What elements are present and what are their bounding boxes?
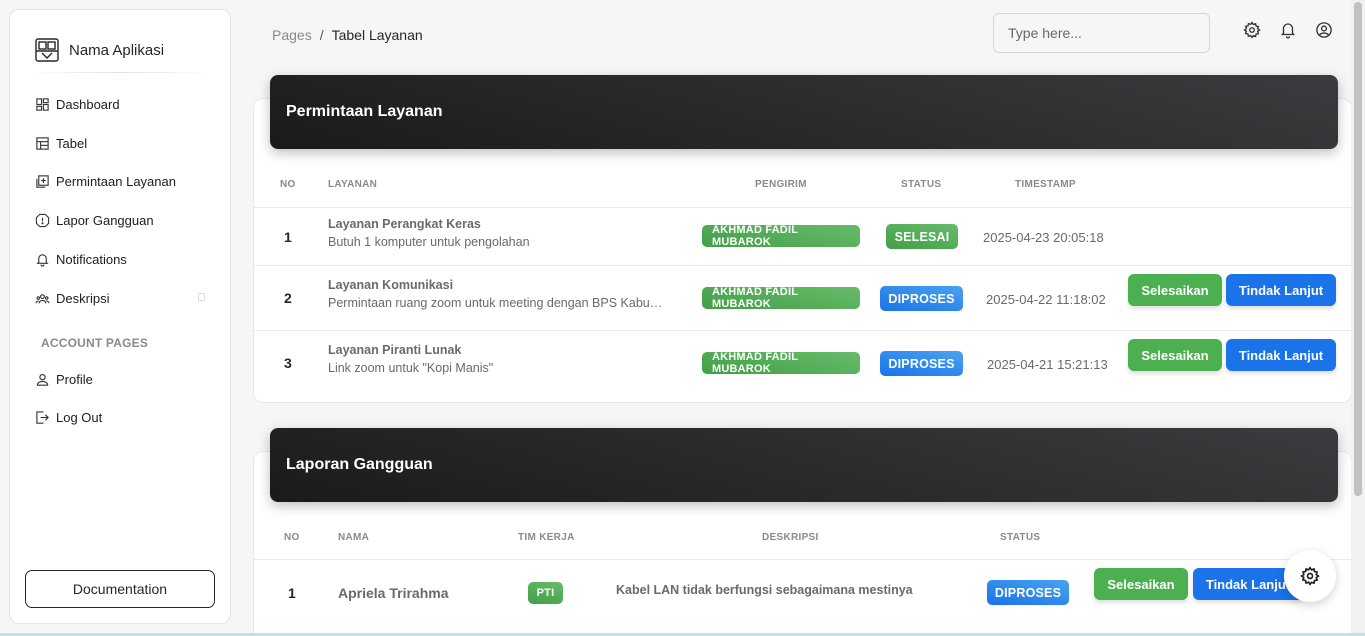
- reporter-name: Apriela Trirahma: [338, 585, 449, 601]
- status-badge: SELESAI: [886, 224, 958, 249]
- sidebar-item-profile[interactable]: Profile: [10, 360, 230, 399]
- logo-icon: [35, 38, 59, 62]
- breadcrumb-current: Tabel Layanan: [331, 27, 423, 43]
- row-number: 3: [284, 355, 292, 371]
- bell-icon[interactable]: [1278, 20, 1298, 40]
- sidebar-item-permintaan-layanan[interactable]: Permintaan Layanan: [10, 163, 230, 202]
- table-row: 1 Apriela Trirahma PTI Kabel LAN tidak b…: [254, 559, 1353, 625]
- column-header-no: NO: [280, 179, 296, 190]
- dashboard-icon: [35, 97, 50, 112]
- sidebar-item-label: Dashboard: [56, 96, 120, 112]
- sidebar-item-label: Permintaan Layanan: [56, 174, 176, 190]
- sidebar-item-label: Lapor Gangguan: [56, 213, 154, 229]
- breadcrumb: Pages / Tabel Layanan: [272, 27, 423, 43]
- complete-button[interactable]: Selesaikan: [1094, 568, 1188, 600]
- requests-card: Permintaan Layanan NO LAYANAN PENGIRIM S…: [253, 75, 1353, 403]
- column-header-tim-kerja: TIM KERJA: [518, 532, 575, 543]
- sidebar: Nama Aplikasi Dashboard Tabel Permintaan…: [9, 9, 231, 624]
- table-row: 1 Layanan Perangkat Keras Butuh 1 komput…: [254, 207, 1353, 265]
- add-box-icon: [35, 174, 50, 189]
- sidebar-item-deskripsi[interactable]: Deskripsi: [10, 279, 230, 318]
- sidebar-item-logout[interactable]: Log Out: [10, 399, 230, 438]
- follow-up-button[interactable]: Tindak Lanjut: [1226, 274, 1336, 306]
- column-header-no: NO: [284, 532, 300, 543]
- breadcrumb-separator: /: [319, 27, 324, 43]
- scrollbar-thumb[interactable]: [1354, 2, 1362, 496]
- table-row: 2 Layanan Komunikasi Permintaan ruang zo…: [254, 265, 1353, 330]
- requests-card-header: Permintaan Layanan: [270, 75, 1338, 149]
- sidebar-item-lapor-gangguan[interactable]: Lapor Gangguan: [10, 201, 230, 240]
- sidebar-item-tabel[interactable]: Tabel: [10, 124, 230, 163]
- complete-button[interactable]: Selesaikan: [1128, 339, 1222, 371]
- reports-card-title: Laporan Gangguan: [286, 456, 433, 473]
- service-title: Layanan Komunikasi: [328, 278, 454, 292]
- status-badge: DIPROSES: [880, 286, 963, 311]
- follow-up-button[interactable]: Tindak Lanjut: [1226, 339, 1336, 371]
- service-description: Butuh 1 komputer untuk pengolahan: [328, 235, 530, 249]
- sidebar-item-dashboard[interactable]: Dashboard: [10, 85, 230, 124]
- status-badge: DIPROSES: [880, 351, 963, 376]
- reports-card-header: Laporan Gangguan: [270, 428, 1338, 502]
- sidebar-nav: Dashboard Tabel Permintaan Layanan Lapor…: [10, 85, 230, 318]
- status-badge: DIPROSES: [987, 580, 1069, 605]
- service-description: Link zoom untuk "Kopi Manis": [328, 361, 494, 375]
- team-badge: PTI: [528, 582, 563, 604]
- reports-card: Laporan Gangguan NO NAMA TIM KERJA DESKR…: [253, 428, 1353, 636]
- group-icon: [35, 291, 50, 306]
- row-number: 1: [284, 229, 292, 245]
- column-header-pengirim: PENGIRIM: [755, 179, 807, 190]
- gear-icon[interactable]: [1242, 20, 1262, 40]
- person-icon: [35, 372, 50, 387]
- bell-icon: [35, 252, 50, 267]
- table-icon: [35, 136, 50, 151]
- column-header-status: STATUS: [1000, 532, 1041, 543]
- service-title: Layanan Piranti Lunak: [328, 343, 462, 357]
- brand[interactable]: Nama Aplikasi: [10, 10, 230, 72]
- brand-name: Nama Aplikasi: [69, 41, 165, 59]
- sidebar-item-label: Log Out: [56, 410, 103, 426]
- warning-icon: [35, 213, 50, 228]
- search-input[interactable]: [993, 13, 1210, 53]
- expand-icon: [198, 292, 205, 301]
- sidebar-item-label: Tabel: [56, 135, 88, 151]
- timestamp: 2025-04-22 11:18:02: [986, 292, 1106, 307]
- row-number: 1: [288, 585, 296, 601]
- user-circle-icon[interactable]: [1314, 20, 1334, 40]
- service-title: Layanan Perangkat Keras: [328, 217, 481, 231]
- column-header-deskripsi: DESKRIPSI: [762, 532, 819, 543]
- brand-divider: [24, 72, 216, 73]
- sender-badge: AKHMAD FADIL MUBAROK: [702, 351, 860, 375]
- sidebar-item-label: Deskripsi: [56, 290, 110, 306]
- settings-fab[interactable]: [1284, 550, 1336, 602]
- gear-icon: [1300, 566, 1320, 586]
- requests-card-title: Permintaan Layanan: [286, 103, 443, 120]
- account-nav: Profile Log Out: [10, 360, 230, 438]
- page-scrollbar[interactable]: [1351, 0, 1365, 636]
- sidebar-item-notifications[interactable]: Notifications: [10, 240, 230, 279]
- breadcrumb-parent[interactable]: Pages: [272, 27, 312, 43]
- service-description: Permintaan ruang zoom untuk meeting deng…: [328, 296, 666, 310]
- logout-icon: [35, 410, 50, 425]
- column-header-timestamp: TIMESTAMP: [1015, 179, 1076, 190]
- report-description: Kabel LAN tidak berfungsi sebagaimana me…: [616, 583, 913, 597]
- sidebar-item-label: Notifications: [56, 252, 127, 268]
- sidebar-item-label: Profile: [56, 371, 93, 387]
- timestamp: 2025-04-23 20:05:18: [983, 230, 1104, 245]
- timestamp: 2025-04-21 15:21:13: [987, 357, 1108, 372]
- account-section-title: ACCOUNT PAGES: [41, 335, 149, 350]
- documentation-button[interactable]: Documentation: [25, 570, 215, 608]
- sender-badge: AKHMAD FADIL MUBAROK: [702, 224, 860, 248]
- complete-button[interactable]: Selesaikan: [1128, 274, 1222, 306]
- sender-badge: AKHMAD FADIL MUBAROK: [702, 286, 860, 310]
- row-number: 2: [284, 290, 292, 306]
- column-header-nama: NAMA: [338, 532, 370, 543]
- table-row: 3 Layanan Piranti Lunak Link zoom untuk …: [254, 330, 1353, 395]
- column-header-status: STATUS: [901, 179, 942, 190]
- column-header-layanan: LAYANAN: [328, 179, 378, 190]
